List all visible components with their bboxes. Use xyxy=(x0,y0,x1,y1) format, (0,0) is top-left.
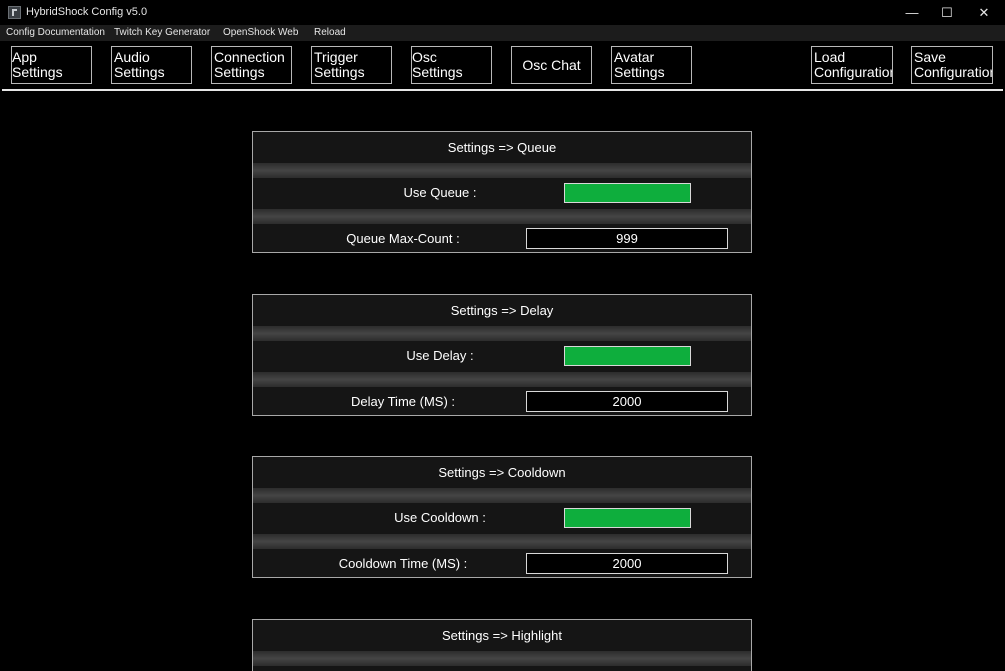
delay-settings-panel: Settings => Delay Use Delay : Delay Time… xyxy=(252,294,752,416)
avatar-settings-button[interactable]: Avatar Settings xyxy=(611,46,692,84)
trigger-settings-button[interactable]: Trigger Settings xyxy=(311,46,392,84)
panel-divider xyxy=(253,488,751,503)
osc-chat-label: Osc Chat xyxy=(522,56,581,73)
connection-settings-button[interactable]: Connection Settings xyxy=(211,46,292,84)
panel-divider xyxy=(253,372,751,387)
save-configuration-button[interactable]: Save Configuration xyxy=(911,46,993,84)
panel-title: Settings => Delay xyxy=(450,303,554,318)
load-configuration-button[interactable]: Load Configuration xyxy=(811,46,893,84)
avatar-settings-label: Avatar Settings xyxy=(614,49,665,80)
menu-bar: Config Documentation Twitch Key Generato… xyxy=(0,25,1005,41)
use-delay-toggle[interactable] xyxy=(564,346,691,366)
highlight-settings-panel: Settings => Highlight xyxy=(252,619,752,671)
cooldown-time-input[interactable]: 2000 xyxy=(526,553,728,574)
panel-title: Settings => Queue xyxy=(447,140,557,155)
osc-chat-button[interactable]: Osc Chat xyxy=(511,46,592,84)
use-cooldown-toggle[interactable] xyxy=(564,508,691,528)
panel-divider xyxy=(253,209,751,224)
connection-settings-label: Connection Settings xyxy=(214,49,285,80)
cooldown-settings-panel: Settings => Cooldown Use Cooldown : Cool… xyxy=(252,456,752,578)
delay-time-input[interactable]: 2000 xyxy=(526,391,728,412)
queue-max-count-input[interactable]: 999 xyxy=(526,228,728,249)
osc-settings-button[interactable]: Osc Settings xyxy=(411,46,492,84)
app-icon xyxy=(8,6,21,19)
app-settings-button[interactable]: App Settings xyxy=(11,46,92,84)
use-queue-toggle[interactable] xyxy=(564,183,691,203)
panel-title: Settings => Cooldown xyxy=(438,465,566,480)
audio-settings-label: Audio Settings xyxy=(114,49,165,80)
audio-settings-button[interactable]: Audio Settings xyxy=(111,46,192,84)
panel-divider xyxy=(253,534,751,549)
panel-divider xyxy=(253,163,751,178)
window-title: HybridShock Config v5.0 xyxy=(26,6,148,18)
trigger-settings-label: Trigger Settings xyxy=(314,49,365,80)
panel-divider xyxy=(253,651,751,666)
menu-openshock-web[interactable]: OpenShock Web xyxy=(223,27,298,38)
toolbar-divider xyxy=(2,89,1003,91)
queue-settings-panel: Settings => Queue Use Queue : Queue Max-… xyxy=(252,131,752,253)
close-button[interactable]: ✕ xyxy=(966,0,1002,25)
menu-reload[interactable]: Reload xyxy=(314,27,346,38)
app-settings-label: App Settings xyxy=(12,49,63,80)
save-configuration-label: Save Configuration xyxy=(914,49,993,80)
maximize-button[interactable]: ☐ xyxy=(929,0,965,25)
title-bar: HybridShock Config v5.0 — ☐ ✕ xyxy=(0,0,1005,25)
load-configuration-label: Load Configuration xyxy=(814,49,893,80)
queue-max-count-label: Queue Max-Count : xyxy=(346,231,460,246)
panel-divider xyxy=(253,326,751,341)
panel-title: Settings => Highlight xyxy=(442,628,562,643)
delay-time-label: Delay Time (MS) : xyxy=(350,394,455,409)
osc-settings-label: Osc Settings xyxy=(412,49,463,80)
menu-twitch-key-generator[interactable]: Twitch Key Generator xyxy=(114,27,210,38)
menu-config-documentation[interactable]: Config Documentation xyxy=(6,27,105,38)
cooldown-time-label: Cooldown Time (MS) : xyxy=(338,556,468,571)
minimize-button[interactable]: — xyxy=(894,0,930,25)
